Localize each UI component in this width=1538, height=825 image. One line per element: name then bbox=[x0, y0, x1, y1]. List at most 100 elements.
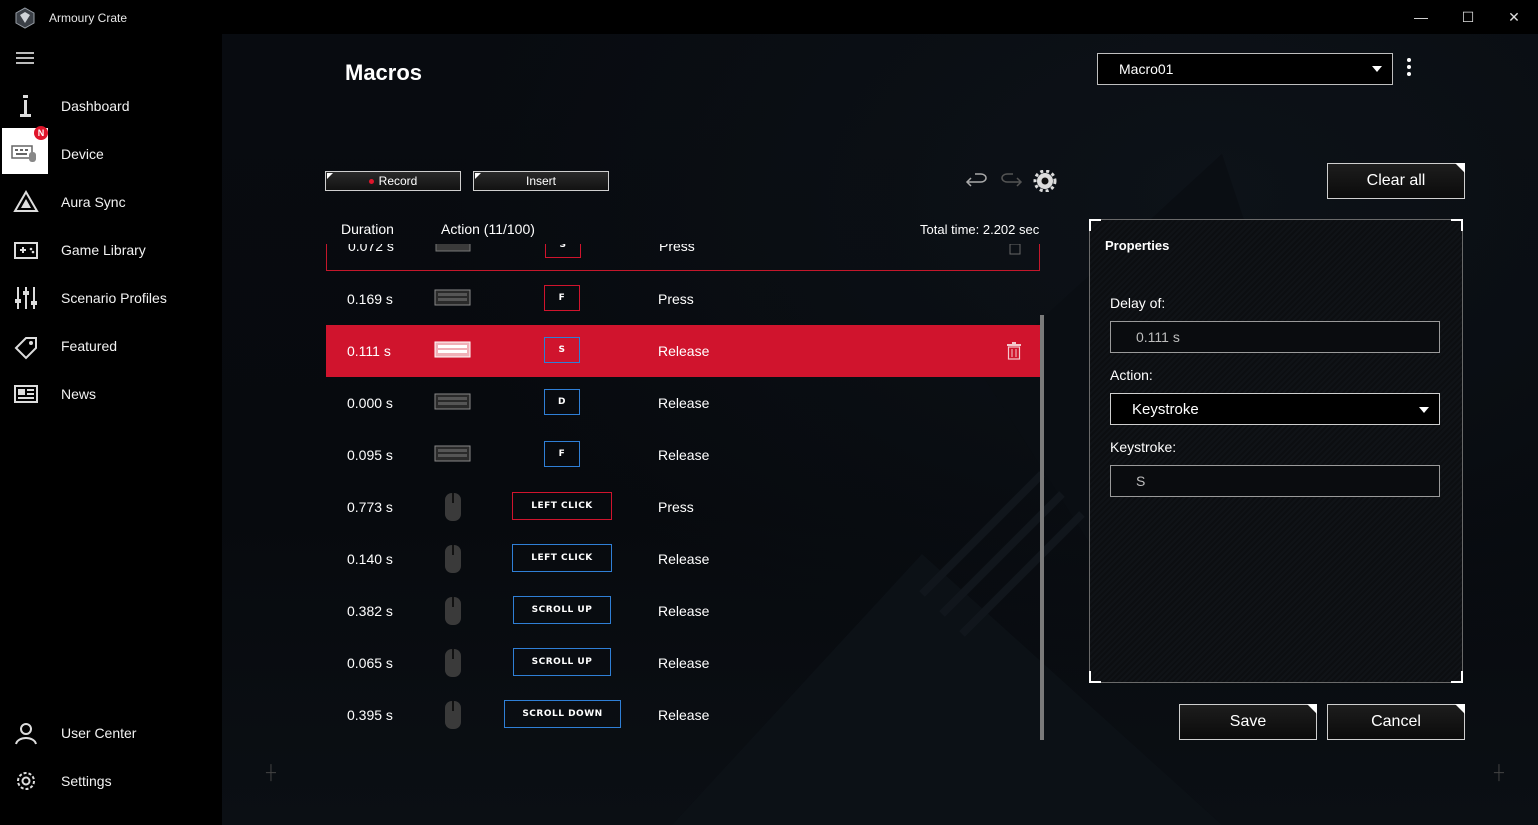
chevron-down-icon bbox=[1419, 407, 1429, 413]
close-button[interactable]: ✕ bbox=[1491, 6, 1537, 28]
table-row[interactable]: 0.140 s LEFT CLICK Release bbox=[326, 533, 1040, 585]
keyboard-icon bbox=[434, 393, 471, 410]
minimize-button[interactable]: — bbox=[1398, 6, 1444, 28]
sidebar-item-label: Featured bbox=[61, 338, 118, 354]
mouse-icon bbox=[445, 597, 461, 625]
undo-icon[interactable] bbox=[965, 170, 989, 192]
trash-icon[interactable] bbox=[1006, 342, 1022, 360]
redo-icon[interactable] bbox=[999, 170, 1023, 192]
aura-sync-icon bbox=[13, 190, 39, 212]
keystroke-input[interactable]: S bbox=[1110, 465, 1440, 497]
sidebar-item-label: News bbox=[61, 386, 97, 402]
table-row[interactable]: 0.095 s F Release bbox=[326, 429, 1040, 481]
cancel-button-label: Cancel bbox=[1371, 713, 1421, 730]
sidebar-item-label: User Center bbox=[61, 725, 137, 741]
keystroke-label: Keystroke: bbox=[1110, 439, 1177, 455]
macro-select-dropdown[interactable]: Macro01 bbox=[1097, 53, 1393, 85]
sidebar-item-dashboard[interactable]: Dashboard bbox=[0, 82, 222, 130]
macro-action-list[interactable]: 0.072 s S Press 0.169 s F Press 0.111 s … bbox=[326, 244, 1042, 764]
news-icon bbox=[14, 385, 38, 403]
app-logo-icon bbox=[15, 7, 35, 29]
mouse-icon bbox=[445, 649, 461, 677]
table-row[interactable]: 0.072 s S Press bbox=[326, 244, 1040, 271]
row-action: Release bbox=[658, 551, 710, 567]
sidebar-item-scenario-profiles[interactable]: Scenario Profiles bbox=[0, 274, 222, 322]
trash-icon[interactable] bbox=[1007, 244, 1023, 258]
clear-all-button[interactable]: Clear all bbox=[1327, 163, 1465, 199]
properties-panel: Properties Delay of: 0.111 s Action: Key… bbox=[1089, 219, 1463, 683]
key-chip: SCROLL DOWN bbox=[504, 700, 621, 728]
app-title: Armoury Crate bbox=[49, 11, 128, 25]
row-action: Release bbox=[658, 343, 710, 359]
keyboard-icon bbox=[434, 289, 471, 306]
row-duration: 0.111 s bbox=[347, 343, 391, 359]
delay-input-value: 0.111 s bbox=[1136, 329, 1180, 345]
sidebar-item-featured[interactable]: Featured bbox=[0, 322, 222, 370]
sliders-icon bbox=[15, 287, 37, 309]
keyboard-icon bbox=[434, 341, 471, 358]
row-duration: 0.065 s bbox=[347, 655, 393, 671]
sidebar-item-settings[interactable]: Settings bbox=[0, 757, 222, 805]
record-dot-icon bbox=[368, 179, 374, 185]
record-button[interactable]: Record bbox=[325, 171, 461, 191]
table-row[interactable]: 0.065 s SCROLL UP Release bbox=[326, 637, 1040, 689]
mouse-icon bbox=[445, 545, 461, 573]
action-select-value: Keystroke bbox=[1132, 401, 1199, 418]
sidebar-item-game-library[interactable]: Game Library bbox=[0, 226, 222, 274]
delay-input[interactable]: 0.111 s bbox=[1110, 321, 1440, 353]
sidebar-item-aura-sync[interactable]: Aura Sync bbox=[0, 178, 222, 226]
panel-corner bbox=[1451, 671, 1463, 683]
sidebar-item-news[interactable]: News bbox=[0, 370, 222, 418]
notification-badge: N bbox=[34, 126, 48, 140]
row-action: Release bbox=[658, 447, 710, 463]
macro-select-value: Macro01 bbox=[1119, 61, 1174, 77]
row-action: Press bbox=[658, 499, 694, 515]
panel-corner bbox=[1089, 671, 1101, 683]
duration-column-header: Duration bbox=[341, 221, 394, 237]
settings-gear-icon[interactable] bbox=[1033, 170, 1057, 192]
action-label: Action: bbox=[1110, 367, 1153, 383]
row-duration: 0.395 s bbox=[347, 707, 393, 723]
action-select[interactable]: Keystroke bbox=[1110, 393, 1440, 425]
sidebar-item-label: Dashboard bbox=[61, 98, 130, 114]
hamburger-menu-icon[interactable] bbox=[16, 52, 34, 66]
table-row[interactable]: 0.395 s SCROLL DOWN Release bbox=[326, 689, 1040, 741]
gear-icon bbox=[17, 772, 35, 790]
table-row[interactable]: 0.169 s F Press bbox=[326, 273, 1040, 325]
sidebar-item-label: Aura Sync bbox=[61, 194, 126, 210]
row-action: Release bbox=[658, 655, 710, 671]
maximize-button[interactable]: ☐ bbox=[1445, 6, 1491, 28]
row-action: Release bbox=[658, 395, 710, 411]
table-row-selected[interactable]: 0.111 s S Release bbox=[326, 325, 1040, 377]
table-row[interactable]: 0.000 s D Release bbox=[326, 377, 1040, 429]
sidebar-item-label: Game Library bbox=[61, 242, 146, 258]
chevron-down-icon bbox=[1372, 66, 1382, 72]
insert-button-label: Insert bbox=[525, 174, 556, 188]
row-duration: 0.382 s bbox=[347, 603, 393, 619]
corner-mark: ┼ bbox=[266, 764, 276, 780]
table-row[interactable]: 0.382 s SCROLL UP Release bbox=[326, 585, 1040, 637]
insert-button[interactable]: Insert bbox=[473, 171, 609, 191]
key-chip: D bbox=[544, 389, 580, 415]
save-button[interactable]: Save bbox=[1179, 704, 1317, 740]
user-icon bbox=[15, 723, 37, 745]
corner-mark: ┼ bbox=[1494, 764, 1504, 780]
mouse-icon bbox=[445, 493, 461, 521]
record-button-label: Record bbox=[378, 174, 418, 188]
list-scrollbar[interactable] bbox=[1040, 315, 1044, 740]
action-column-header: Action (11/100) bbox=[441, 221, 535, 237]
more-options-icon[interactable] bbox=[1405, 58, 1413, 80]
key-chip: F bbox=[544, 441, 580, 467]
table-row[interactable]: 0.773 s LEFT CLICK Press bbox=[326, 481, 1040, 533]
row-action: Release bbox=[658, 603, 710, 619]
row-action: Press bbox=[658, 291, 694, 307]
title-bar: Armoury Crate — ☐ ✕ bbox=[0, 0, 1538, 34]
key-chip: LEFT CLICK bbox=[512, 492, 612, 520]
key-chip: LEFT CLICK bbox=[512, 544, 612, 572]
cancel-button[interactable]: Cancel bbox=[1327, 704, 1465, 740]
key-chip: SCROLL UP bbox=[513, 648, 611, 676]
page-title: Macros bbox=[345, 60, 423, 85]
sidebar-item-device[interactable]: N Device bbox=[0, 126, 222, 178]
keystroke-input-value: S bbox=[1136, 473, 1146, 489]
sidebar-item-user-center[interactable]: User Center bbox=[0, 709, 222, 757]
